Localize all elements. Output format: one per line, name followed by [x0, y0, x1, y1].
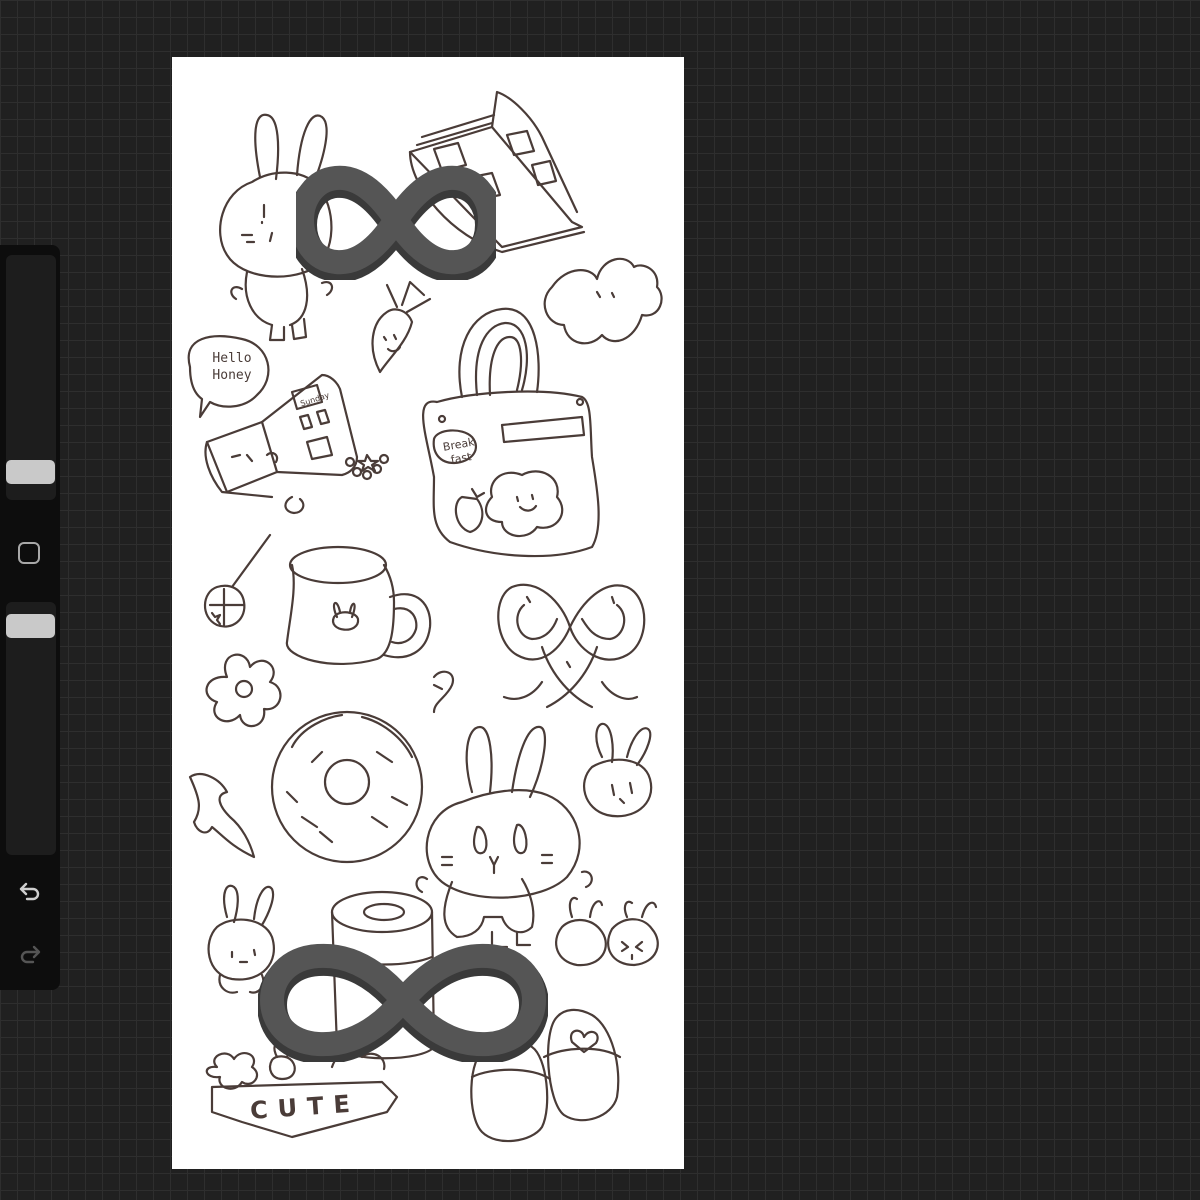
big-bunny-drawing [415, 725, 593, 949]
speech-bubble-line1: Hello [212, 351, 252, 366]
redo-button[interactable] [14, 938, 46, 970]
speech-bubble-line2: Honey [212, 368, 252, 383]
undo-button[interactable] [14, 875, 46, 907]
workspace-grid: Hello Honey Sunday Break fast CUTE [0, 0, 1200, 1200]
flip-phone-drawing [204, 373, 390, 515]
tote-bag-drawing [422, 307, 600, 558]
donut-drawing [270, 710, 424, 864]
speech-bubble-text: Hello Honey [200, 350, 264, 384]
brush-size-slider[interactable] [6, 255, 56, 500]
squiggle-drawing [432, 670, 455, 714]
modify-square-icon[interactable] [18, 542, 40, 564]
infinity-symbol [258, 943, 548, 1062]
flower-drawing [205, 653, 282, 727]
mug-drawing [285, 545, 432, 666]
twin-bunnies-drawing [555, 896, 659, 967]
lightning-bolt-drawing [188, 773, 256, 859]
left-toolbar [0, 245, 60, 990]
carrot-drawing [371, 280, 432, 374]
opacity-slider[interactable] [6, 602, 56, 855]
redo-icon [20, 945, 41, 964]
cloud-hand-drawing [543, 257, 663, 345]
brush-size-slider-thumb[interactable] [6, 460, 55, 484]
pretzel-drawing [497, 583, 646, 709]
undo-icon [19, 882, 40, 901]
infinity-symbol [296, 165, 496, 280]
bunny-head-drawing [583, 722, 653, 818]
lollipop-drawing [203, 533, 272, 628]
opacity-slider-thumb[interactable] [6, 614, 55, 638]
